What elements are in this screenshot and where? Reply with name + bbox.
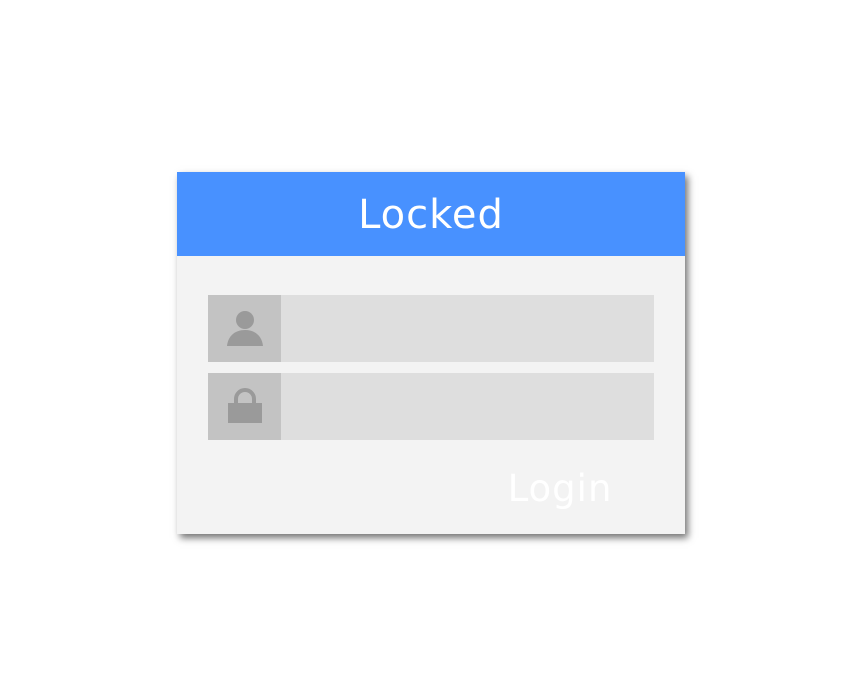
username-icon-box <box>208 295 281 362</box>
page: Locked Login <box>0 0 850 700</box>
username-input[interactable] <box>281 295 654 362</box>
password-field-row <box>208 373 654 440</box>
login-button[interactable]: Login <box>495 460 625 516</box>
username-field-row <box>208 295 654 362</box>
card-header: Locked <box>177 172 685 256</box>
login-card: Locked Login <box>177 172 685 534</box>
password-input[interactable] <box>281 373 654 440</box>
card-title: Locked <box>358 192 504 238</box>
user-icon <box>226 310 263 346</box>
password-icon-box <box>208 373 281 440</box>
lock-icon <box>227 387 262 423</box>
